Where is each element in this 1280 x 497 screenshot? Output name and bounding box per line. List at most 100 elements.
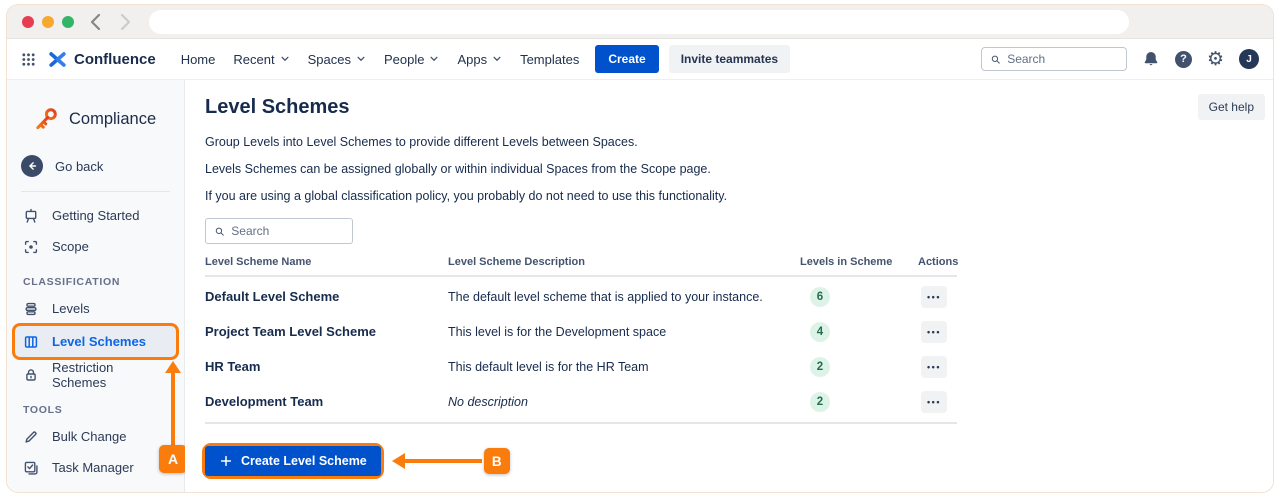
- chevron-down-icon: [429, 54, 439, 64]
- get-help-button[interactable]: Get help: [1198, 94, 1265, 120]
- nav-item-recent[interactable]: Recent: [224, 46, 298, 73]
- confluence-home-link[interactable]: Confluence: [48, 50, 156, 69]
- nav-item-people[interactable]: People: [375, 46, 448, 73]
- scheme-description: The default level scheme that is applied…: [448, 290, 800, 304]
- annotation-b-arrow: B: [392, 448, 510, 474]
- app-body: Compliance Go back Getting Started: [7, 80, 1273, 492]
- create-button[interactable]: Create: [595, 45, 658, 73]
- sidebar-divider: [21, 191, 170, 192]
- easel-icon: [23, 208, 39, 224]
- page-description: Group Levels into Level Schemes to provi…: [205, 133, 1249, 205]
- table-row: HR Team This default level is for the HR…: [205, 349, 957, 384]
- search-icon: [214, 225, 225, 238]
- sidebar-item-levels[interactable]: Levels: [7, 293, 184, 324]
- arrow-left-icon: [21, 155, 43, 177]
- nav-item-spaces[interactable]: Spaces: [299, 46, 375, 73]
- chevron-down-icon: [492, 54, 502, 64]
- sidebar-item-label: Scope: [52, 239, 89, 254]
- go-back-label: Go back: [55, 159, 103, 174]
- invite-teammates-button[interactable]: Invite teammates: [669, 45, 790, 73]
- table-row: Project Team Level Scheme This level is …: [205, 314, 957, 349]
- sidebar-item-getting-started[interactable]: Getting Started: [7, 200, 184, 231]
- app-name: Compliance: [69, 110, 156, 129]
- scheme-description: No description: [448, 395, 800, 409]
- levels-count-badge: 2: [810, 357, 830, 377]
- sidebar-item-label: Bulk Change: [52, 429, 126, 444]
- sidebar-item-task-manager[interactable]: Task Manager: [7, 452, 184, 483]
- back-icon[interactable]: [87, 12, 105, 32]
- layers-stack-icon: [23, 301, 39, 317]
- browser-chrome: [7, 5, 1273, 39]
- row-actions-menu-button[interactable]: •••: [921, 391, 947, 413]
- close-window-icon[interactable]: [22, 16, 34, 28]
- screenshot-root: Confluence Home Recent Spaces People App…: [0, 0, 1280, 497]
- level-schemes-table: Level Scheme Name Level Scheme Descripti…: [205, 256, 957, 424]
- lock-icon: [23, 367, 39, 383]
- sidebar-item-scope[interactable]: Scope: [7, 231, 184, 262]
- sidebar-item-restriction-schemes[interactable]: Restriction Schemes: [7, 359, 184, 390]
- column-header-actions: Actions: [918, 256, 962, 268]
- table-search-input[interactable]: [231, 224, 344, 238]
- levels-count-badge: 6: [810, 287, 830, 307]
- chevron-down-icon: [280, 54, 290, 64]
- maximize-window-icon[interactable]: [62, 16, 74, 28]
- annotation-b-badge: B: [484, 448, 510, 474]
- sidebar-section-tools: TOOLS: [23, 404, 168, 416]
- user-avatar[interactable]: J: [1239, 49, 1259, 69]
- create-level-scheme-button[interactable]: Create Level Scheme: [205, 446, 381, 476]
- column-header-name: Level Scheme Name: [205, 256, 448, 268]
- top-navigation: Confluence Home Recent Spaces People App…: [7, 39, 1273, 80]
- notifications-icon[interactable]: [1142, 50, 1160, 68]
- sidebar-item-bulk-change[interactable]: Bulk Change: [7, 421, 184, 452]
- browser-nav-arrows: [87, 12, 134, 32]
- create-scheme-row: Create Level Scheme B: [205, 446, 1249, 476]
- topnav-icons: ? ⚙ J: [1142, 49, 1259, 69]
- window-controls: [22, 16, 74, 28]
- sidebar-item-label: Levels: [52, 301, 90, 316]
- settings-gear-icon[interactable]: ⚙: [1207, 50, 1224, 69]
- nav-item-home[interactable]: Home: [172, 46, 225, 73]
- page-title: Level Schemes: [205, 96, 1249, 119]
- column-header-levels: Levels in Scheme: [800, 256, 918, 268]
- scheme-name: Project Team Level Scheme: [205, 324, 448, 339]
- nav-item-templates[interactable]: Templates: [511, 46, 588, 73]
- go-back-button[interactable]: Go back: [7, 149, 184, 183]
- app-logo: Compliance: [7, 80, 184, 133]
- table-header-row: Level Scheme Name Level Scheme Descripti…: [205, 256, 957, 277]
- sidebar-item-label: Task Manager: [52, 460, 134, 475]
- product-name: Confluence: [74, 51, 156, 68]
- address-bar[interactable]: [149, 10, 1129, 34]
- pencil-icon: [23, 429, 39, 445]
- nav-item-apps[interactable]: Apps: [448, 46, 511, 73]
- sidebar-item-label: Level Schemes: [52, 334, 146, 349]
- minimize-window-icon[interactable]: [42, 16, 54, 28]
- sidebar: Compliance Go back Getting Started: [7, 80, 185, 492]
- table-body: Default Level Scheme The default level s…: [205, 277, 957, 424]
- global-search-input[interactable]: [1007, 52, 1118, 66]
- plus-icon: [219, 454, 233, 468]
- app-switcher-icon[interactable]: [21, 52, 36, 67]
- key-icon: [33, 106, 60, 133]
- help-icon[interactable]: ?: [1175, 51, 1192, 68]
- sidebar-item-label: Restriction Schemes: [52, 360, 168, 390]
- forward-icon[interactable]: [116, 12, 134, 32]
- scheme-description: This default level is for the HR Team: [448, 360, 800, 374]
- global-search-box[interactable]: [981, 47, 1127, 71]
- confluence-logo-icon: [48, 50, 67, 69]
- row-actions-menu-button[interactable]: •••: [921, 321, 947, 343]
- scheme-description: This level is for the Development space: [448, 325, 800, 339]
- sidebar-item-level-schemes[interactable]: Level Schemes: [15, 326, 176, 357]
- sidebar-section-classification: CLASSIFICATION: [23, 276, 168, 288]
- description-line: Group Levels into Level Schemes to provi…: [205, 133, 1249, 151]
- scope-icon: [23, 239, 39, 255]
- chevron-down-icon: [356, 54, 366, 64]
- column-header-description: Level Scheme Description: [448, 256, 800, 268]
- row-actions-menu-button[interactable]: •••: [921, 286, 947, 308]
- table-search-box[interactable]: [205, 218, 353, 244]
- row-actions-menu-button[interactable]: •••: [921, 356, 947, 378]
- main-content: Get help Level Schemes Group Levels into…: [185, 80, 1273, 492]
- table-row: Development Team No description 2 •••: [205, 384, 957, 419]
- scheme-name: Default Level Scheme: [205, 289, 448, 304]
- description-line: If you are using a global classification…: [205, 187, 1249, 205]
- scheme-name: Development Team: [205, 394, 448, 409]
